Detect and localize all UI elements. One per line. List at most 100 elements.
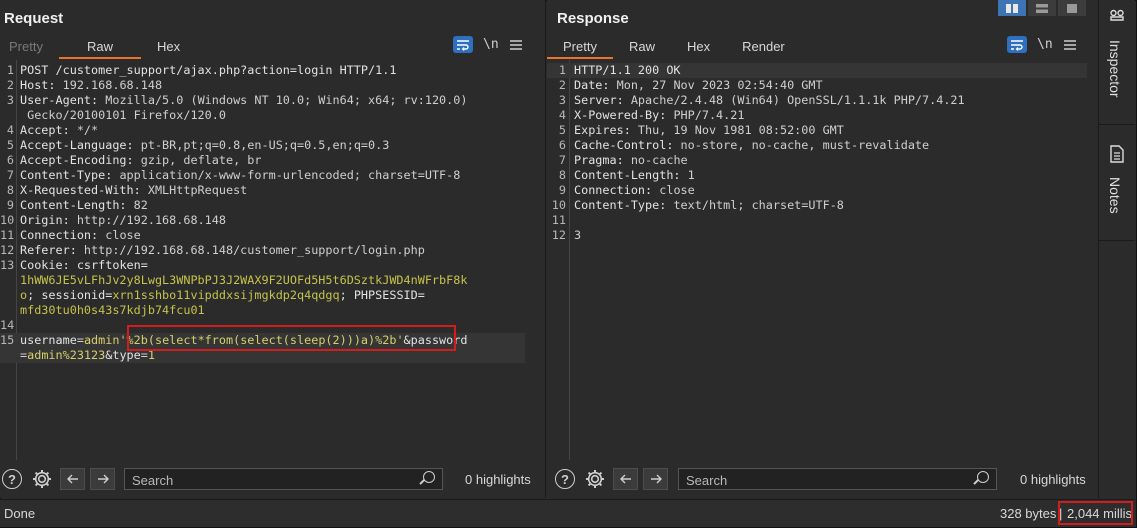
show-newlines-button[interactable]: \n xyxy=(1037,37,1053,52)
help-icon[interactable]: ? xyxy=(555,469,575,489)
code-line[interactable]: 6 Accept-Encoding: gzip, deflate, br xyxy=(0,153,525,168)
response-time-highlight-box xyxy=(1058,501,1133,525)
inspector-icon[interactable] xyxy=(1109,8,1125,24)
line-content: X-Requested-With: XMLHttpRequest xyxy=(20,183,247,198)
wrap-lines-button[interactable] xyxy=(453,36,473,53)
code-line[interactable]: 4 Accept: */* xyxy=(0,123,525,138)
line-content: POST /customer_support/ajax.php?action=l… xyxy=(20,63,396,78)
code-token: 192.168.68.148 xyxy=(62,78,163,92)
code-line[interactable]: 7 Content-Type: application/x-www-form-ur… xyxy=(0,168,525,183)
code-line[interactable]: 11 Connection: close xyxy=(0,228,525,243)
previous-match-button[interactable] xyxy=(60,468,85,490)
previous-match-button[interactable] xyxy=(613,468,638,490)
notes-tab[interactable]: Notes xyxy=(1107,177,1123,214)
tab-raw[interactable]: Raw xyxy=(58,36,141,59)
line-content: o; sessionid=xrn1sshbo11vipddxsijmgkdp2q… xyxy=(20,288,425,303)
tab-pretty[interactable]: Pretty xyxy=(0,36,59,58)
tab-raw[interactable]: Raw xyxy=(613,36,671,58)
line-content: Accept: */* xyxy=(20,123,98,138)
wrap-lines-button[interactable] xyxy=(1007,36,1027,53)
menu-icon[interactable] xyxy=(1063,39,1077,51)
code-token: no-store, no-cache, must-revalidate xyxy=(680,138,930,152)
code-line[interactable]: 10 Origin: http://192.168.68.148 xyxy=(0,213,525,228)
next-match-button[interactable] xyxy=(90,468,115,490)
code-token: Server: xyxy=(574,93,631,107)
line-number: 12 xyxy=(0,243,15,257)
tab-hex[interactable]: Hex xyxy=(671,36,726,58)
code-line[interactable]: 8 Content-Length: 1 xyxy=(547,168,1087,183)
inspector-tab[interactable]: Inspector xyxy=(1107,40,1123,98)
notes-icon[interactable] xyxy=(1109,145,1125,163)
code-token: admin%23123 xyxy=(27,348,106,362)
line-number: 7 xyxy=(6,168,14,182)
code-line[interactable]: 2 Date: Mon, 27 Nov 2023 02:54:40 GMT xyxy=(547,78,1087,93)
code-line[interactable]: 9 Connection: close xyxy=(547,183,1087,198)
line-content: Content-Length: 1 xyxy=(574,168,695,183)
line-number: 15 xyxy=(0,333,15,347)
line-content: Accept-Encoding: gzip, deflate, br xyxy=(20,153,262,168)
code-line[interactable]: 7 Pragma: no-cache xyxy=(547,153,1087,168)
next-match-button[interactable] xyxy=(643,468,668,490)
search-icon xyxy=(977,471,989,483)
code-token: ; PHPSESSID= xyxy=(339,288,425,302)
code-token: 1hWW6JE5vLFhJv2y8LwgL3WNPbPJ3J2WAX9F2UOF… xyxy=(20,273,468,287)
code-token: Apache/2.4.48 (Win64) OpenSSL/1.1.1k PHP… xyxy=(630,93,965,107)
request-search-bar: ? 0 highlights xyxy=(0,462,545,496)
code-token: Content-Type: xyxy=(574,198,674,212)
code-line[interactable]: o; sessionid=xrn1sshbo11vipddxsijmgkdp2q… xyxy=(0,288,525,303)
code-line[interactable]: 8 X-Requested-With: XMLHttpRequest xyxy=(0,183,525,198)
tab-render[interactable]: Render xyxy=(726,36,801,58)
code-line[interactable]: 1 POST /customer_support/ajax.php?action=… xyxy=(0,63,525,78)
line-content: Cookie: csrftoken= xyxy=(20,258,148,273)
line-number: 8 xyxy=(558,168,566,182)
code-line[interactable]: 11 xyxy=(547,213,1087,228)
code-line[interactable]: 12 Referer: http://192.168.68.148/custome… xyxy=(0,243,525,258)
code-line[interactable]: 2 Host: 192.168.68.148 xyxy=(0,78,525,93)
code-token: Content-Length: xyxy=(574,168,688,182)
code-line[interactable]: 5 Accept-Language: pt-BR,pt;q=0.8,en-US;q… xyxy=(0,138,525,153)
code-line[interactable]: 1 HTTP/1.1 200 OK xyxy=(547,63,1087,78)
code-line[interactable]: 13 Cookie: csrftoken= xyxy=(0,258,525,273)
inspector-sidebar: Inspector Notes xyxy=(1099,0,1135,498)
request-tabs: Pretty Raw Hex xyxy=(0,36,196,59)
response-search-field[interactable] xyxy=(678,468,997,491)
code-line[interactable]: 1hWW6JE5vLFhJv2y8LwgL3WNPbPJ3J2WAX9F2UOF… xyxy=(0,273,525,288)
code-line[interactable]: 9 Content-Length: 82 xyxy=(0,198,525,213)
code-line[interactable]: Gecko/20100101 Firefox/120.0 xyxy=(0,108,525,123)
code-token: Cookie: xyxy=(20,258,77,272)
code-line[interactable]: 3 Server: Apache/2.4.48 (Win64) OpenSSL/1… xyxy=(547,93,1087,108)
code-line[interactable]: 5 Expires: Thu, 19 Nov 1981 08:52:00 GMT xyxy=(547,123,1087,138)
code-line[interactable]: 3 User-Agent: Mozilla/5.0 (Windows NT 10.… xyxy=(0,93,525,108)
line-number: 2 xyxy=(6,78,14,92)
tab-hex[interactable]: Hex xyxy=(141,36,196,58)
request-search-input[interactable] xyxy=(125,469,434,491)
layout-stacked-button[interactable] xyxy=(1028,0,1056,16)
tab-pretty[interactable]: Pretty xyxy=(547,36,613,59)
response-highlight-count: 0 highlights xyxy=(1020,471,1086,487)
layout-side-by-side-button[interactable] xyxy=(998,0,1026,16)
line-content: Content-Length: 82 xyxy=(20,198,148,213)
code-line[interactable]: 4 X-Powered-By: PHP/7.4.21 xyxy=(547,108,1087,123)
request-search-field[interactable] xyxy=(124,468,443,491)
response-search-input[interactable] xyxy=(679,469,988,491)
code-token: http://192.168.68.148/customer_support/l… xyxy=(83,243,425,257)
menu-icon[interactable] xyxy=(509,39,523,51)
line-content: X-Powered-By: PHP/7.4.21 xyxy=(574,108,744,123)
layout-tabs-button[interactable] xyxy=(1058,0,1086,16)
wrap-icon xyxy=(457,39,469,51)
code-line[interactable]: mfd30tu0h0s43s7kdjb74fcu01 xyxy=(0,303,525,318)
show-newlines-button[interactable]: \n xyxy=(483,37,499,52)
request-editor-tools: \n xyxy=(453,36,523,53)
request-editor[interactable]: 1 POST /customer_support/ajax.php?action=… xyxy=(0,60,545,460)
code-line[interactable]: 10 Content-Type: text/html; charset=UTF-8 xyxy=(547,198,1087,213)
response-editor-tools: \n xyxy=(1007,36,1077,53)
gear-icon[interactable] xyxy=(31,468,53,490)
line-content: HTTP/1.1 200 OK xyxy=(574,63,681,78)
code-line[interactable]: 6 Cache-Control: no-store, no-cache, must… xyxy=(547,138,1087,153)
response-title: Response xyxy=(557,10,629,27)
response-editor[interactable]: 1 HTTP/1.1 200 OK 2 Date: Mon, 27 Nov 2023 … xyxy=(547,60,1098,460)
code-token: 1 xyxy=(687,168,695,182)
code-line[interactable]: 12 3 xyxy=(547,228,1087,243)
gear-icon[interactable] xyxy=(584,468,606,490)
help-icon[interactable]: ? xyxy=(2,469,22,489)
